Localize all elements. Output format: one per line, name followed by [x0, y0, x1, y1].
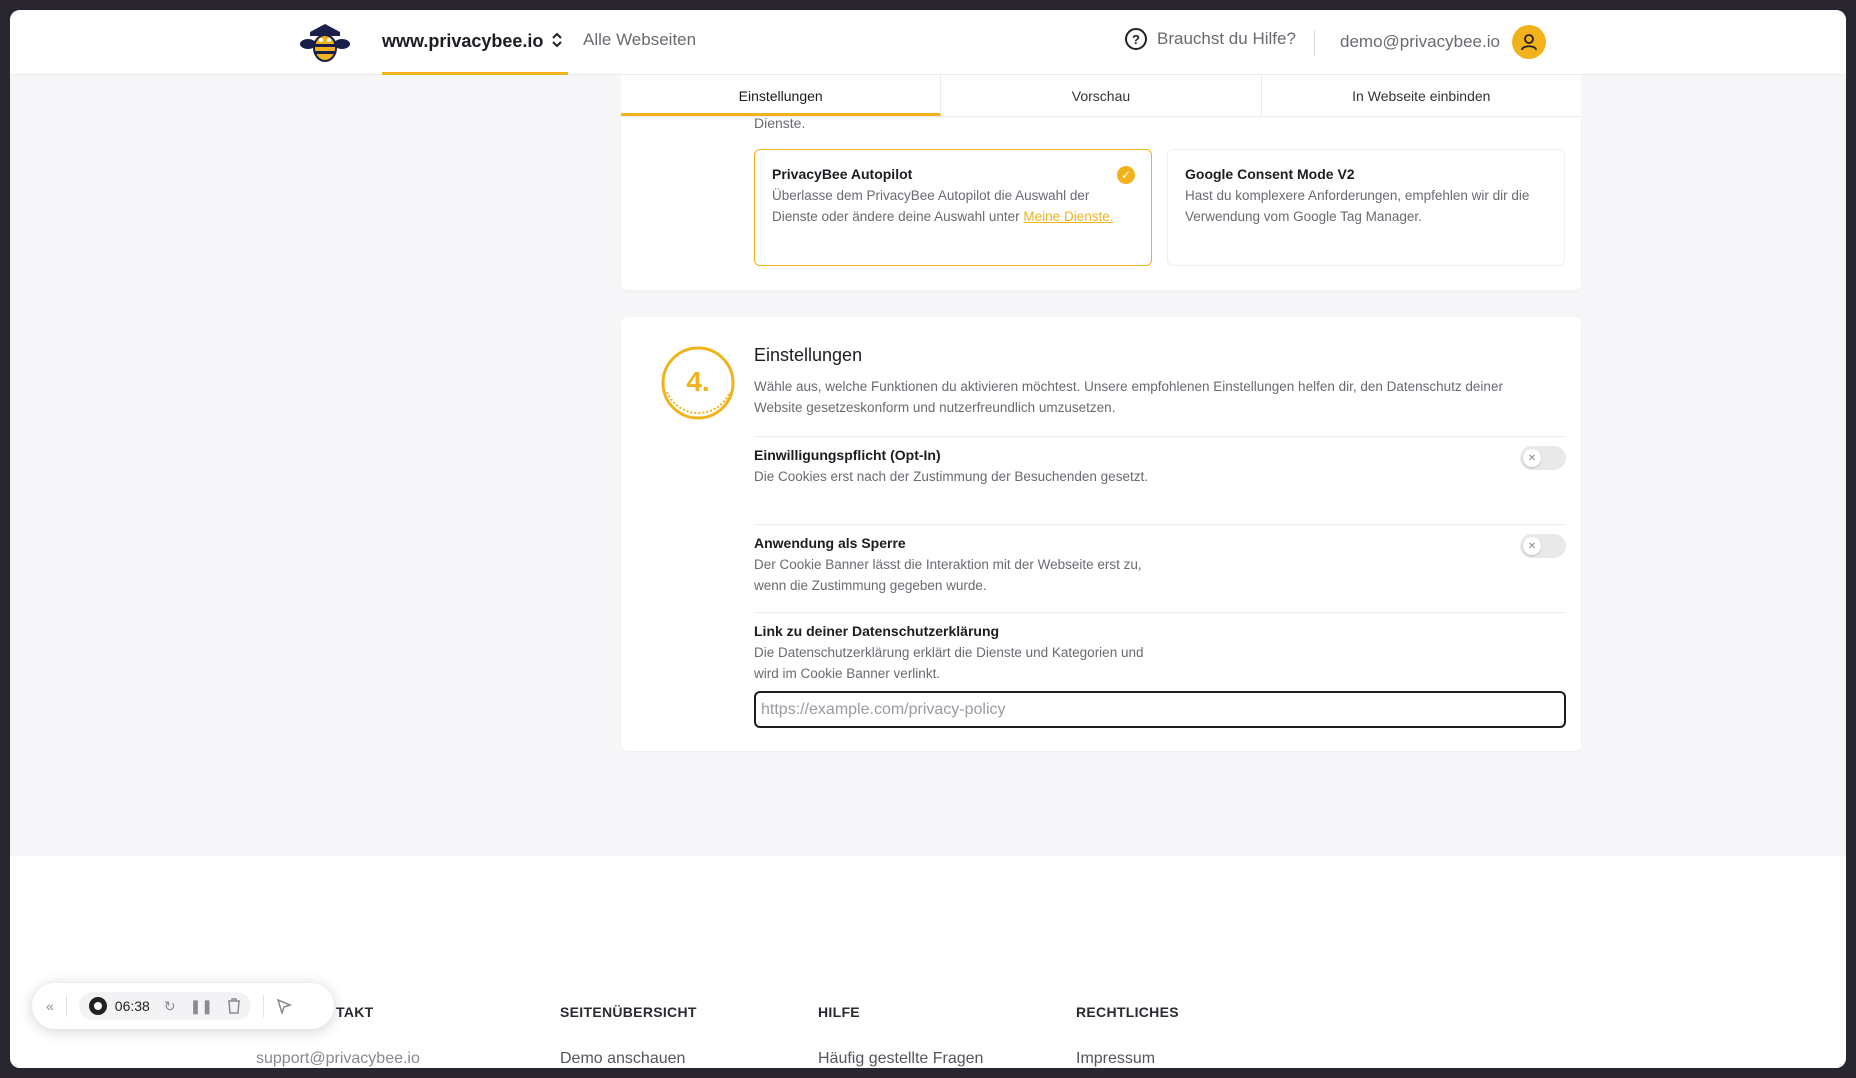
option-google-consent[interactable]: Google Consent Mode V2 Hast du komplexer… [1167, 149, 1565, 266]
option-title: PrivacyBee Autopilot [772, 166, 913, 182]
user-avatar-icon [1511, 25, 1546, 59]
footer-heading: SEITENÜBERSICHT [560, 1004, 697, 1020]
lock-toggle[interactable]: ✕ [1520, 534, 1566, 558]
option-autopilot[interactable]: ✓ PrivacyBee Autopilot Überlasse dem Pri… [754, 149, 1152, 266]
setting-opt-in: Einwilligungspflicht (Opt-In) Die Cookie… [754, 436, 1566, 524]
my-services-link[interactable]: Meine Dienste. [1023, 209, 1113, 224]
footer-link-imprint[interactable]: Impressum [1076, 1050, 1179, 1068]
mode-card: Dienste. ✓ PrivacyBee Autopilot Überlass… [621, 115, 1581, 290]
settings-card: 4. Einstellungen Wähle aus, welche Funkt… [621, 317, 1581, 751]
opt-in-toggle[interactable]: ✕ [1520, 446, 1566, 470]
footer-link-faq[interactable]: Häufig gestellte Fragen [818, 1050, 983, 1068]
config-tabs: Einstellungen Vorschau In Webseite einbi… [621, 75, 1581, 117]
footer-heading: TAKT [336, 1004, 374, 1020]
top-navbar: www.privacybee.io Alle Webseiten ? Brauc… [10, 10, 1846, 75]
recording-time: 06:38 [114, 998, 150, 1014]
chevron-up-down-icon [551, 31, 563, 52]
recording-status: 06:38 [88, 997, 150, 1015]
divider [65, 995, 67, 1017]
option-description: Überlasse dem PrivacyBee Autopilot die A… [772, 186, 1134, 227]
site-switcher[interactable]: www.privacybee.io [382, 10, 568, 75]
tab-settings[interactable]: Einstellungen [621, 75, 942, 116]
screen-recorder-toolbar: « 06:38 ↻ ❚❚ [32, 983, 334, 1029]
question-circle-icon: ? [1125, 28, 1147, 50]
footer: TAKT support@privacybee.io SEITENÜBERSIC… [10, 856, 1846, 1068]
setting-title: Anwendung als Sperre [754, 535, 906, 551]
privacybee-logo[interactable] [300, 18, 350, 68]
tab-preview[interactable]: Vorschau [941, 75, 1262, 116]
checkmark-icon: ✓ [1117, 166, 1135, 184]
footer-link-demo[interactable]: Demo anschauen [560, 1050, 697, 1068]
user-menu[interactable]: demo@privacybee.io [1340, 25, 1546, 59]
pause-icon[interactable]: ❚❚ [190, 998, 213, 1015]
browser-window: www.privacybee.io Alle Webseiten ? Brauc… [10, 10, 1846, 1068]
recording-controls: 06:38 ↻ ❚❚ [78, 992, 252, 1020]
privacy-policy-url-input[interactable] [754, 691, 1566, 728]
trash-icon[interactable] [227, 998, 241, 1014]
user-email: demo@privacybee.io [1340, 32, 1500, 51]
setting-title: Einwilligungspflicht (Opt-In) [754, 447, 941, 463]
setting-description: Der Cookie Banner lässt die Interaktion … [754, 557, 1142, 593]
footer-link-support[interactable]: support@privacybee.io [256, 1050, 420, 1068]
help-link[interactable]: ? Brauchst du Hilfe? [1125, 28, 1296, 50]
stop-record-icon[interactable] [88, 997, 107, 1015]
setting-title: Link zu deiner Datenschutzerklärung [754, 623, 1000, 639]
footer-col-sitemap: SEITENÜBERSICHT Demo anschauen [560, 1004, 697, 1068]
footer-col-legal: RECHTLICHES Impressum [1076, 1004, 1179, 1068]
footer-heading: HILFE [818, 1004, 860, 1020]
step-number: 4. [686, 366, 709, 397]
restart-icon[interactable]: ↻ [164, 998, 176, 1015]
setting-privacy-link: Link zu deiner Datenschutzerklärung Die … [754, 612, 1566, 692]
setting-description: Die Datenschutzerklärung erklärt die Die… [754, 645, 1144, 681]
footer-col-contact: TAKT support@privacybee.io [256, 1004, 420, 1068]
divider [263, 995, 265, 1017]
footer-col-help: HILFE Häufig gestellte Fragen [818, 1004, 983, 1068]
section-description: Wähle aus, welche Funktionen du aktivier… [754, 379, 1503, 415]
site-name: www.privacybee.io [382, 30, 544, 51]
footer-heading: RECHTLICHES [1076, 1004, 1179, 1020]
toggle-off-icon: ✕ [1523, 537, 1541, 555]
cursor-pointer-icon[interactable] [276, 998, 293, 1014]
option-title: Google Consent Mode V2 [1185, 166, 1355, 182]
help-label: Brauchst du Hilfe? [1157, 29, 1296, 48]
section-title: Einstellungen [754, 345, 863, 365]
collapse-icon[interactable]: « [46, 998, 54, 1014]
cut-text: Dienste. [754, 115, 806, 131]
setting-lock: Anwendung als Sperre Der Cookie Banner l… [754, 524, 1566, 612]
toggle-off-icon: ✕ [1523, 449, 1541, 467]
all-sites-link[interactable]: Alle Webseiten [583, 30, 696, 50]
option-description: Hast du komplexere Anforderungen, empfeh… [1185, 188, 1530, 224]
step-number-badge: 4. [661, 346, 735, 420]
tab-embed[interactable]: In Webseite einbinden [1262, 75, 1581, 116]
divider [1314, 30, 1315, 56]
setting-description: Die Cookies erst nach der Zustimmung der… [754, 469, 1148, 484]
